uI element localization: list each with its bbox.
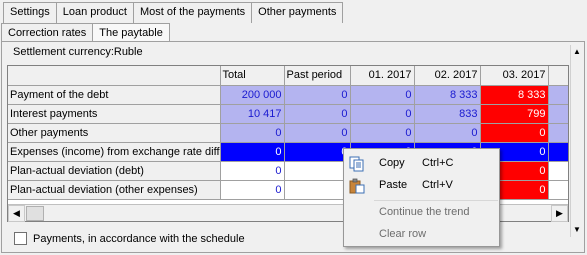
table-cell[interactable]: 8 333 bbox=[414, 85, 481, 105]
top-tab-row: Settings Loan product Most of the paymen… bbox=[3, 2, 344, 23]
vertical-scrollbar[interactable]: ▲ ▼ bbox=[570, 45, 582, 237]
menu-item-copy-label: Copy bbox=[379, 157, 405, 169]
tab-other-payments[interactable]: Other payments bbox=[251, 2, 344, 23]
tab-settings[interactable]: Settings bbox=[3, 2, 57, 23]
table-cell[interactable]: 8 333 bbox=[480, 85, 549, 105]
copy-icon bbox=[349, 156, 364, 172]
col-header-01-2017[interactable]: 01. 2017 bbox=[350, 66, 415, 86]
table-cell[interactable] bbox=[284, 161, 351, 181]
schedule-checkbox-label[interactable]: Payments, in accordance with the schedul… bbox=[33, 233, 245, 245]
scroll-right-icon[interactable]: ▶ bbox=[551, 205, 568, 222]
table-cell[interactable]: 0 bbox=[220, 161, 285, 181]
table-row: Other payments 0 0 0 0 0 bbox=[8, 123, 568, 143]
table-cell[interactable] bbox=[284, 180, 351, 200]
table-row: Payment of the debt 200 000 0 0 8 333 8 … bbox=[8, 85, 568, 105]
tab-loan-product[interactable]: Loan product bbox=[55, 2, 134, 23]
col-header-past-period[interactable]: Past period bbox=[284, 66, 351, 86]
table-cell[interactable] bbox=[548, 142, 568, 162]
paste-icon bbox=[349, 178, 365, 194]
schedule-checkbox-row: Payments, in accordance with the schedul… bbox=[14, 232, 245, 245]
menu-item-continue-trend[interactable]: Continue the trend bbox=[344, 202, 499, 224]
menu-separator bbox=[374, 200, 498, 201]
col-header-overflow bbox=[548, 66, 568, 86]
table-cell[interactable]: 0 bbox=[220, 123, 285, 143]
schedule-checkbox[interactable] bbox=[14, 232, 27, 245]
table-cell[interactable] bbox=[548, 180, 568, 200]
col-header-total[interactable]: Total bbox=[220, 66, 285, 86]
row-header[interactable]: Other payments bbox=[8, 123, 221, 143]
table-cell[interactable]: 0 bbox=[350, 104, 415, 124]
menu-item-clear-row-label: Clear row bbox=[379, 228, 427, 240]
table-cell[interactable]: 10 417 bbox=[220, 104, 285, 124]
row-header[interactable]: Plan-actual deviation (other expenses) bbox=[8, 180, 221, 200]
menu-item-copy-shortcut: Ctrl+C bbox=[422, 157, 454, 169]
menu-item-clear-row[interactable]: Clear row bbox=[344, 224, 499, 246]
table-cell[interactable]: 0 bbox=[284, 123, 351, 143]
row-header[interactable]: Plan-actual deviation (debt) bbox=[8, 161, 221, 181]
tab-most-of-payments[interactable]: Most of the payments bbox=[132, 2, 253, 23]
table-cell[interactable] bbox=[548, 161, 568, 181]
table-cell[interactable]: 0 bbox=[414, 123, 481, 143]
menu-item-paste-label: Paste bbox=[379, 179, 408, 191]
table-cell[interactable]: 200 000 bbox=[220, 85, 285, 105]
table-cell[interactable]: 0 bbox=[284, 104, 351, 124]
row-header[interactable]: Payment of the debt bbox=[8, 85, 221, 105]
scroll-left-icon[interactable]: ◀ bbox=[8, 205, 25, 222]
scroll-thumb[interactable] bbox=[26, 206, 44, 221]
table-cell[interactable] bbox=[548, 85, 568, 105]
table-cell[interactable]: 833 bbox=[414, 104, 481, 124]
scroll-up-icon[interactable]: ▲ bbox=[571, 45, 583, 59]
header-row: Total Past period 01. 2017 02. 2017 03. … bbox=[8, 66, 568, 86]
table-cell[interactable]: 0 bbox=[284, 85, 351, 105]
table-row: Interest payments 10 417 0 0 833 799 bbox=[8, 104, 568, 124]
table-cell[interactable]: 799 bbox=[480, 104, 549, 124]
col-header-02-2017[interactable]: 02. 2017 bbox=[414, 66, 481, 86]
col-header-03-2017[interactable]: 03. 2017 bbox=[480, 66, 549, 86]
menu-item-continue-trend-label: Continue the trend bbox=[379, 206, 470, 218]
table-cell[interactable]: 0 bbox=[350, 85, 415, 105]
table-cell[interactable]: 0 bbox=[480, 123, 549, 143]
row-header[interactable]: Interest payments bbox=[8, 104, 221, 124]
table-cell[interactable] bbox=[548, 123, 568, 143]
row-header[interactable]: Expenses (income) from exchange rate dif… bbox=[8, 142, 221, 162]
grid-corner bbox=[8, 66, 221, 86]
table-cell[interactable]: 0 bbox=[284, 142, 351, 162]
menu-item-paste[interactable]: Paste Ctrl+V bbox=[344, 175, 499, 197]
menu-item-copy[interactable]: Copy Ctrl+C bbox=[344, 153, 499, 175]
table-cell[interactable] bbox=[548, 104, 568, 124]
table-cell[interactable]: 0 bbox=[350, 123, 415, 143]
currency-label: Settlement currency:Ruble bbox=[13, 46, 143, 58]
menu-item-paste-shortcut: Ctrl+V bbox=[422, 179, 453, 191]
table-cell[interactable]: 0 bbox=[220, 180, 285, 200]
scroll-down-icon[interactable]: ▼ bbox=[571, 223, 583, 237]
context-menu: Copy Ctrl+C Paste Ctrl+V Continue the tr… bbox=[343, 148, 500, 247]
table-cell[interactable]: 0 bbox=[220, 142, 285, 162]
